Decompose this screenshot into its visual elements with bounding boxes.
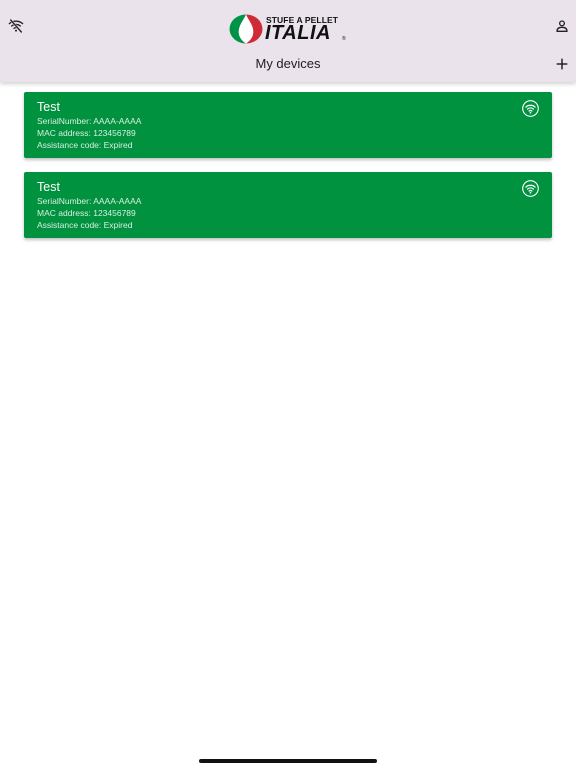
device-mac-address: MAC address: 123456789 — [37, 208, 136, 218]
brand-logo: STUFE A PELLET ITALIA ® — [229, 14, 347, 44]
device-name: Test — [37, 180, 60, 194]
add-device-button[interactable] — [550, 52, 574, 76]
plus-icon — [556, 58, 568, 70]
home-indicator[interactable] — [199, 759, 377, 763]
flame-logo-icon — [229, 14, 263, 44]
wifi-off-button[interactable] — [4, 14, 28, 38]
logo-main-text: ITALIA — [265, 22, 331, 44]
device-name: Test — [37, 100, 60, 114]
wifi-icon — [522, 180, 539, 197]
app-header: STUFE A PELLET ITALIA ® My devices — [0, 0, 576, 82]
device-mac-address: MAC address: 123456789 — [37, 128, 136, 138]
device-assistance-code: Assistance code: Expired — [37, 140, 133, 150]
wifi-off-icon — [8, 19, 24, 33]
device-serial-number: SerialNumber: AAAA-AAAA — [37, 116, 142, 126]
page-title: My devices — [255, 56, 321, 71]
profile-button[interactable] — [550, 14, 574, 38]
logo-registered-mark: ® — [342, 36, 346, 42]
device-card[interactable]: Test SerialNumber: AAAA-AAAA MAC address… — [24, 92, 552, 158]
person-icon — [556, 20, 568, 32]
device-assistance-code: Assistance code: Expired — [37, 220, 133, 230]
device-card[interactable]: Test SerialNumber: AAAA-AAAA MAC address… — [24, 172, 552, 238]
wifi-icon — [522, 100, 539, 117]
device-serial-number: SerialNumber: AAAA-AAAA — [37, 196, 142, 206]
